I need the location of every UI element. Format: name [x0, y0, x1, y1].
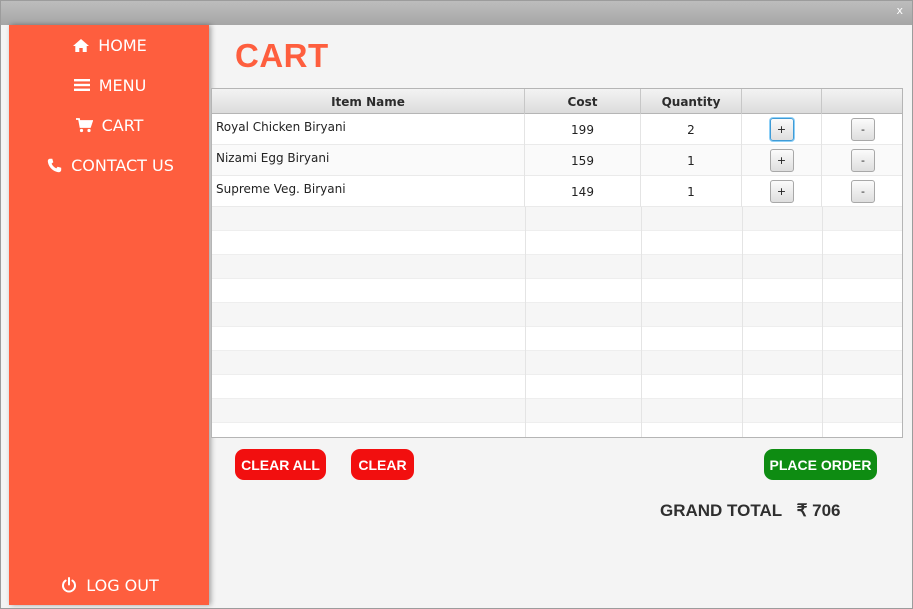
cart-icon: [75, 116, 95, 134]
column-header-decrease[interactable]: [822, 89, 902, 114]
quantity-cell: 2: [641, 114, 742, 145]
item-name-cell: Royal Chicken Biryani: [212, 114, 525, 145]
empty-row: [212, 375, 902, 399]
logout-button[interactable]: LOG OUT: [9, 570, 209, 600]
phone-icon: [44, 156, 64, 174]
grand-total-label: GRAND TOTAL: [660, 501, 782, 520]
item-name-cell: Nizami Egg Biryani: [212, 145, 525, 176]
power-icon: [59, 576, 79, 594]
grand-total-amount: ₹ 706: [796, 501, 841, 520]
home-icon: [71, 36, 91, 54]
cost-cell: 149: [525, 176, 641, 207]
sidebar-item-cart[interactable]: CART: [9, 110, 209, 140]
column-header-increase[interactable]: [742, 89, 822, 114]
increase-cell: +: [742, 145, 822, 176]
close-button[interactable]: x: [896, 5, 903, 17]
increase-cell: +: [742, 114, 822, 145]
empty-row: [212, 255, 902, 279]
empty-row: [212, 327, 902, 351]
page-title: CART: [235, 37, 329, 74]
clear-all-button[interactable]: CLEAR ALL: [235, 449, 326, 480]
empty-row: [212, 423, 902, 437]
column-divider: [822, 207, 823, 437]
table-row[interactable]: Nizami Egg Biryani 159 1 + -: [212, 145, 902, 176]
title-bar: x: [1, 1, 912, 25]
empty-row: [212, 399, 902, 423]
grand-total: GRAND TOTAL ₹ 706: [660, 501, 840, 521]
column-header-item-name[interactable]: Item Name: [212, 89, 525, 114]
cart-table: Item Name Cost Quantity Royal Chicken Bi…: [211, 88, 903, 438]
main-content: CART Item Name Cost Quantity Royal Chick…: [211, 25, 912, 608]
sidebar-item-contact-us[interactable]: CONTACT US: [9, 150, 209, 180]
column-divider: [525, 207, 526, 437]
clear-button[interactable]: CLEAR: [351, 449, 414, 480]
decrease-quantity-button[interactable]: -: [851, 180, 875, 203]
decrease-cell: -: [822, 114, 902, 145]
table-row[interactable]: Royal Chicken Biryani 199 2 + -: [212, 114, 902, 145]
empty-row: [212, 279, 902, 303]
increase-cell: +: [742, 176, 822, 207]
increase-quantity-button[interactable]: +: [769, 149, 794, 172]
sidebar-item-menu[interactable]: MENU: [9, 70, 209, 100]
logout-label: LOG OUT: [86, 575, 159, 595]
table-header: Item Name Cost Quantity: [212, 89, 902, 114]
table-row[interactable]: Supreme Veg. Biryani 149 1 + -: [212, 176, 902, 207]
decrease-quantity-button[interactable]: -: [851, 149, 875, 172]
decrease-cell: -: [822, 176, 902, 207]
decrease-quantity-button[interactable]: -: [851, 118, 875, 141]
place-order-button[interactable]: PLACE ORDER: [764, 449, 877, 480]
empty-row: [212, 207, 902, 231]
item-name-cell: Supreme Veg. Biryani: [212, 176, 525, 207]
cost-cell: 159: [525, 145, 641, 176]
quantity-cell: 1: [641, 145, 742, 176]
column-header-quantity[interactable]: Quantity: [641, 89, 742, 114]
quantity-cell: 1: [641, 176, 742, 207]
sidebar-item-label: CONTACT US: [71, 155, 174, 175]
sidebar-item-label: HOME: [98, 35, 147, 55]
sidebar-item-label: MENU: [98, 75, 147, 95]
increase-quantity-button[interactable]: +: [769, 180, 794, 203]
sidebar: HOME MENU CART CONTACT US LOG OUT: [9, 25, 209, 605]
app-window: x HOME MENU CART CONTACT US LOG OUT CART…: [0, 0, 913, 609]
empty-row: [212, 303, 902, 327]
decrease-cell: -: [822, 145, 902, 176]
empty-row: [212, 231, 902, 255]
hamburger-menu-icon: [72, 76, 92, 94]
cost-cell: 199: [525, 114, 641, 145]
column-header-cost[interactable]: Cost: [525, 89, 641, 114]
sidebar-item-label: CART: [101, 115, 144, 135]
empty-row: [212, 351, 902, 375]
increase-quantity-button[interactable]: +: [769, 118, 794, 141]
column-divider: [742, 207, 743, 437]
sidebar-item-home[interactable]: HOME: [9, 30, 209, 60]
column-divider: [641, 207, 642, 437]
